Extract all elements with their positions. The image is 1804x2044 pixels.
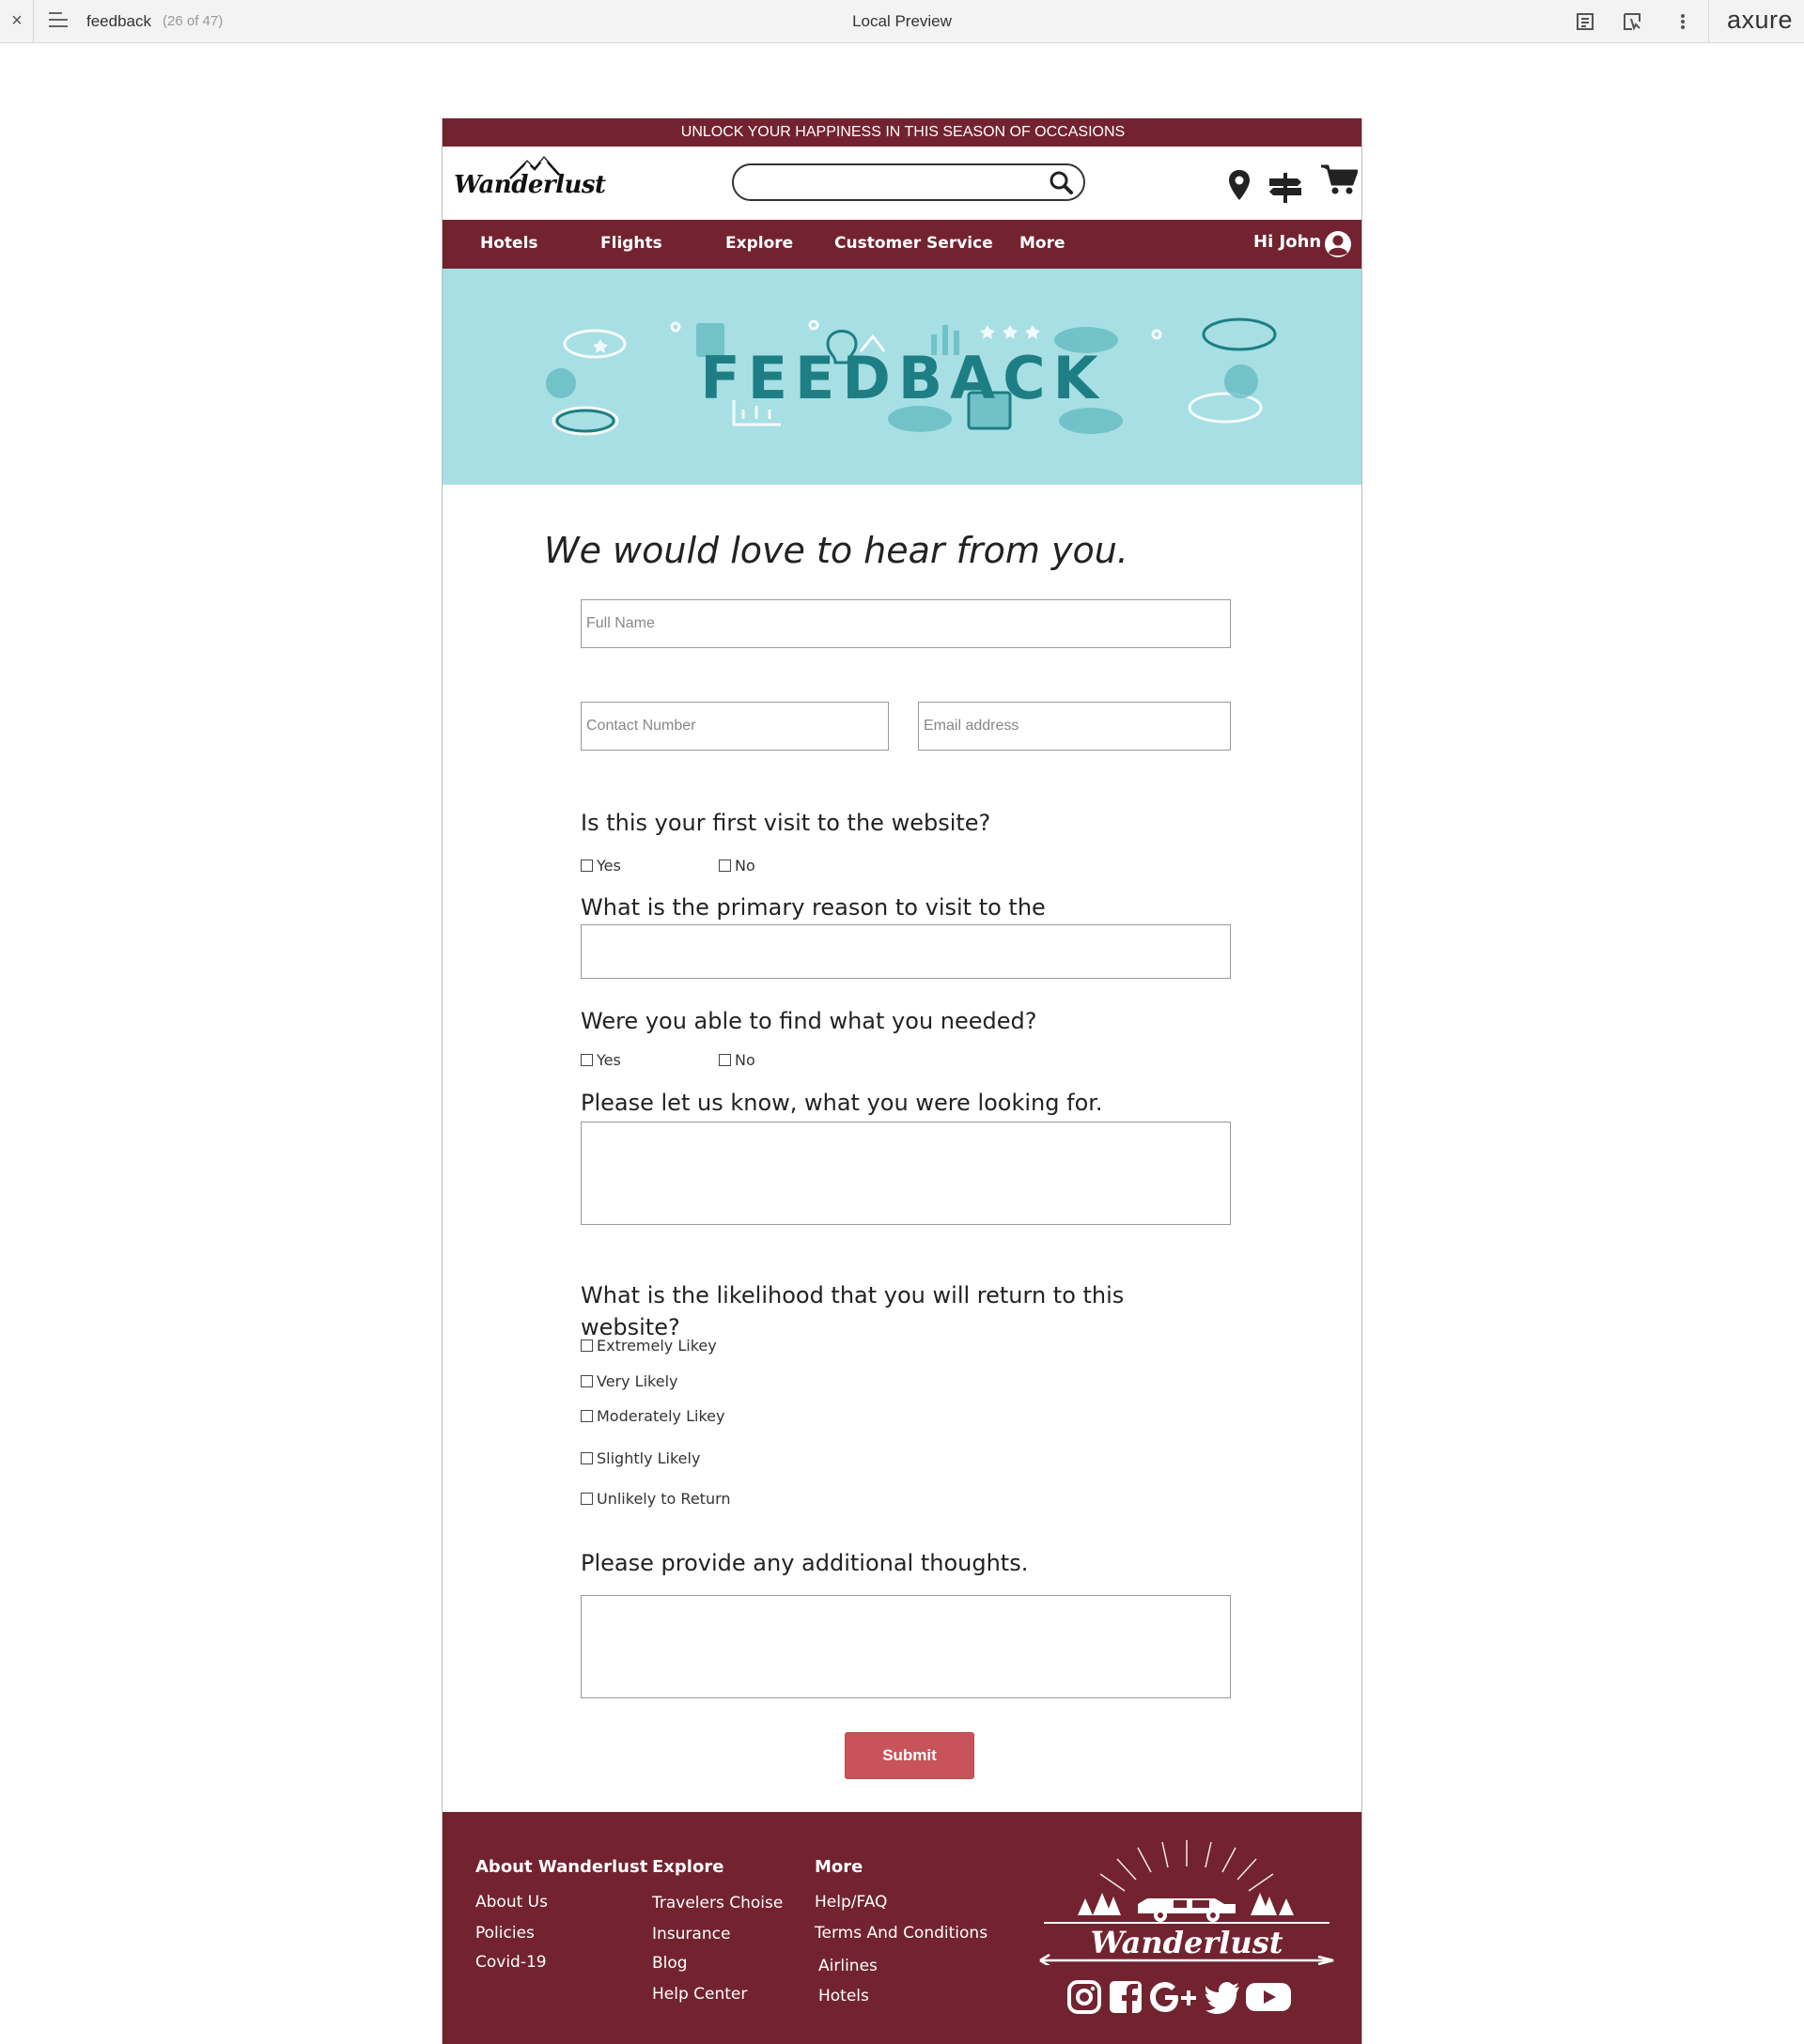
first-visit-yes[interactable]: Yes [581, 857, 621, 875]
checkbox[interactable] [581, 859, 593, 872]
question-likelihood-line1: What is the likelihood that you will ret… [581, 1282, 1125, 1308]
footer-link-help-center[interactable]: Help Center [652, 1985, 747, 2004]
checkbox[interactable] [581, 1493, 593, 1505]
email-field[interactable] [918, 702, 1231, 751]
nav-customer-service[interactable]: Customer Service [834, 234, 993, 253]
notes-icon[interactable] [1575, 11, 1595, 32]
footer-heading-about: About Wanderlust [475, 1857, 648, 1877]
option-label: Yes [597, 857, 621, 875]
axure-logo: axure [1727, 6, 1794, 34]
footer-link-hotels[interactable]: Hotels [818, 1987, 869, 2005]
question-additional-thoughts: Please provide any additional thoughts. [581, 1550, 1029, 1576]
promo-banner: UNLOCK YOUR HAPPINESS IN THIS SEASON OF … [443, 118, 1361, 147]
page-heading: We would love to hear from you. [544, 530, 1128, 571]
footer-logo: Wanderlust [1036, 1838, 1337, 1965]
page-count: (26 of 47) [163, 13, 224, 29]
option-label: No [735, 1051, 755, 1069]
more-options-icon[interactable] [1672, 11, 1693, 32]
likelihood-moderately[interactable]: Moderately Likey [581, 1407, 724, 1425]
location-pin-icon[interactable] [1228, 169, 1251, 201]
primary-reason-field[interactable] [581, 924, 1231, 979]
option-label: Moderately Likey [597, 1407, 725, 1425]
option-label: Slightly Likely [597, 1449, 701, 1467]
signpost-icon[interactable] [1267, 171, 1303, 203]
logo-text: Wanderlust [454, 171, 606, 199]
likelihood-slightly[interactable]: Slightly Likely [581, 1449, 700, 1467]
search-input[interactable] [732, 163, 1085, 201]
likelihood-extremely[interactable]: Extremely Likey [581, 1337, 717, 1355]
cart-icon[interactable] [1320, 163, 1358, 195]
footer-link-policies[interactable]: Policies [475, 1924, 535, 1943]
footer-link-airlines[interactable]: Airlines [818, 1957, 878, 1975]
page-name[interactable]: feedback [86, 12, 151, 31]
youtube-icon[interactable] [1245, 1979, 1292, 2015]
checkbox[interactable] [719, 859, 731, 872]
footer-logo-text: Wanderlust [1090, 1925, 1283, 1960]
main-nav: Hotels Flights Explore Customer Service … [443, 220, 1361, 269]
preview-toolbar: × feedback (26 of 47) Local Preview axur… [0, 0, 1804, 43]
likelihood-very[interactable]: Very Likely [581, 1372, 678, 1390]
feedback-page: UNLOCK YOUR HAPPINESS IN THIS SEASON OF … [442, 118, 1362, 2044]
nav-explore[interactable]: Explore [725, 234, 793, 253]
user-avatar-icon[interactable] [1324, 230, 1352, 258]
looking-for-textarea[interactable] [581, 1122, 1231, 1225]
facebook-icon[interactable] [1108, 1979, 1143, 2015]
wanderlust-logo[interactable]: Wanderlust [454, 154, 606, 206]
footer-link-blog[interactable]: Blog [652, 1954, 688, 1973]
full-name-field[interactable] [581, 599, 1231, 648]
question-found-needed: Were you able to find what you needed? [581, 1008, 1037, 1034]
inspect-icon[interactable] [1622, 11, 1642, 32]
checkbox[interactable] [581, 1375, 593, 1387]
close-icon[interactable]: × [8, 10, 26, 32]
found-needed-yes[interactable]: Yes [581, 1051, 621, 1069]
google-plus-icon[interactable] [1149, 1979, 1198, 2015]
question-likelihood: What is the likelihood that you will ret… [581, 1279, 1124, 1343]
checkbox[interactable] [581, 1452, 593, 1464]
footer-heading-explore: Explore [652, 1857, 724, 1877]
footer-link-help-faq[interactable]: Help/FAQ [815, 1893, 887, 1912]
footer-link-insurance[interactable]: Insurance [652, 1925, 730, 1943]
checkbox[interactable] [581, 1054, 593, 1066]
toolbar-divider [33, 0, 34, 43]
user-greeting[interactable]: Hi John [1253, 232, 1321, 252]
footer-link-covid[interactable]: Covid-19 [475, 1953, 547, 1972]
nav-more[interactable]: More [1019, 234, 1065, 253]
menu-icon[interactable] [49, 12, 70, 29]
nav-hotels[interactable]: Hotels [480, 234, 538, 253]
option-label: No [735, 857, 755, 875]
toolbar-divider [1708, 0, 1709, 43]
footer-link-about-us[interactable]: About Us [475, 1893, 548, 1912]
nav-flights[interactable]: Flights [600, 234, 662, 253]
banner-title: FEEDBACK [700, 344, 1106, 412]
twitter-icon[interactable] [1205, 1979, 1241, 2015]
checkbox[interactable] [719, 1054, 731, 1066]
option-label: Extremely Likey [597, 1337, 717, 1355]
instagram-icon[interactable] [1066, 1979, 1102, 2015]
site-footer: About Wanderlust About Us Policies Covid… [443, 1812, 1361, 2044]
option-label: Yes [597, 1051, 621, 1069]
checkbox[interactable] [581, 1410, 593, 1422]
question-primary-reason: What is the primary reason to visit to t… [581, 894, 1046, 921]
feedback-banner: FEEDBACK [443, 269, 1361, 485]
question-first-visit: Is this your first visit to the website? [581, 810, 991, 836]
option-label: Unlikely to Return [597, 1490, 731, 1508]
additional-thoughts-textarea[interactable] [581, 1595, 1231, 1698]
contact-number-field[interactable] [581, 702, 889, 751]
search-icon[interactable] [1048, 169, 1074, 195]
found-needed-no[interactable]: No [719, 1051, 755, 1069]
preview-title: Local Preview [852, 12, 952, 30]
likelihood-unlikely[interactable]: Unlikely to Return [581, 1490, 731, 1508]
site-header: Wanderlust [443, 147, 1361, 220]
footer-link-travelers-choise[interactable]: Travelers Choise [652, 1894, 783, 1912]
option-label: Very Likely [597, 1372, 678, 1390]
first-visit-no[interactable]: No [719, 857, 755, 875]
submit-button[interactable]: Submit [845, 1732, 974, 1779]
footer-link-terms[interactable]: Terms And Conditions [815, 1924, 988, 1943]
footer-heading-more: More [815, 1857, 863, 1877]
checkbox[interactable] [581, 1339, 593, 1352]
question-looking-for: Please let us know, what you were lookin… [581, 1090, 1103, 1116]
